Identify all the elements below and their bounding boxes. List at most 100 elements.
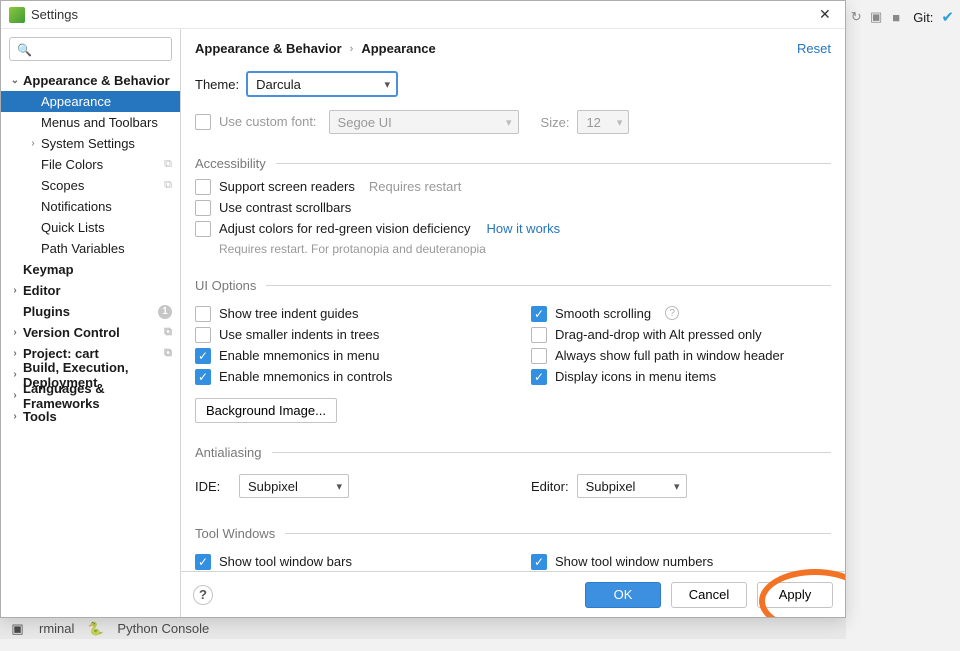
chevron-right-icon[interactable]: › <box>9 285 21 296</box>
settings-dialog: Settings 🔍 ⌄Appearance & BehaviorAppeara… <box>0 0 846 618</box>
color-deficiency-checkbox[interactable] <box>195 221 211 237</box>
tree-item-quick-lists[interactable]: Quick Lists <box>1 217 180 238</box>
color-deficiency-link[interactable]: How it works <box>486 221 560 236</box>
chevron-down-icon[interactable]: ⌄ <box>9 75 21 86</box>
font-name-value: Segoe UI <box>338 115 392 130</box>
show-tool-window-numbers-checkbox[interactable] <box>531 554 547 570</box>
search-input[interactable] <box>9 37 172 61</box>
close-icon[interactable] <box>819 6 837 24</box>
checkbox-label[interactable]: Smooth scrolling <box>555 306 651 322</box>
reset-link[interactable]: Reset <box>797 41 831 56</box>
tree-item-keymap[interactable]: Keymap <box>1 259 180 280</box>
tree-item-system-settings[interactable]: ›System Settings <box>1 133 180 154</box>
checkbox[interactable] <box>195 327 211 343</box>
main-toolbar-remnant: ↻ ▣ ■ Git: ✔ <box>849 8 954 26</box>
tree-item-editor[interactable]: ›Editor <box>1 280 180 301</box>
ok-button[interactable]: OK <box>585 582 661 608</box>
help-icon[interactable]: ? <box>665 306 679 320</box>
apply-button[interactable]: Apply <box>757 582 833 608</box>
checkbox-label[interactable]: Enable mnemonics in controls <box>219 369 392 385</box>
chevron-right-icon[interactable]: › <box>9 390 21 401</box>
tree-item-scopes[interactable]: Scopes ⧉ <box>1 175 180 196</box>
settings-tree[interactable]: ⌄Appearance & BehaviorAppearanceMenus an… <box>1 69 180 617</box>
chevron-right-icon[interactable]: › <box>9 348 21 359</box>
checkbox-label[interactable]: Display icons in menu items <box>555 369 716 385</box>
tree-item-file-colors[interactable]: File Colors ⧉ <box>1 154 180 175</box>
tree-item-tools[interactable]: ›Tools <box>1 406 180 427</box>
checkbox-label[interactable]: Drag-and-drop with Alt pressed only <box>555 327 762 343</box>
checkbox[interactable] <box>531 306 547 322</box>
font-name-combo: Segoe UI <box>329 110 519 134</box>
contrast-scrollbars-checkbox[interactable] <box>195 200 211 216</box>
project-scope-icon: ⧉ <box>164 179 172 192</box>
font-size-combo: 12 <box>577 110 629 134</box>
breadcrumb-root[interactable]: Appearance & Behavior <box>195 41 342 56</box>
contrast-scrollbars-label[interactable]: Use contrast scrollbars <box>219 200 351 216</box>
content-header: Appearance & Behavior › Appearance Reset <box>181 29 845 66</box>
checkbox-label[interactable]: Always show full path in window header <box>555 348 784 364</box>
help-button[interactable]: ? <box>193 585 213 605</box>
screen-readers-label[interactable]: Support screen readers <box>219 179 355 195</box>
checkbox-label[interactable]: Show tree indent guides <box>219 306 358 322</box>
use-custom-font-label[interactable]: Use custom font: <box>219 114 317 130</box>
theme-combo[interactable]: Darcula <box>247 72 397 96</box>
show-tool-window-bars-label[interactable]: Show tool window bars <box>219 554 352 570</box>
ui-option-row: Enable mnemonics in menu <box>195 348 495 364</box>
color-deficiency-label[interactable]: Adjust colors for red-green vision defic… <box>219 221 470 237</box>
terminal-tab[interactable]: rminal <box>39 621 74 636</box>
ide-aa-combo[interactable]: Subpixel <box>239 474 349 498</box>
tree-item-label: File Colors <box>41 157 160 172</box>
stop-icon[interactable]: ■ <box>889 10 903 24</box>
checkbox[interactable] <box>531 327 547 343</box>
use-custom-font-checkbox[interactable] <box>195 114 211 130</box>
breadcrumb: Appearance & Behavior › Appearance <box>195 41 797 56</box>
chevron-right-icon[interactable]: › <box>9 369 21 380</box>
section-accessibility: Accessibility Support screen readers Req… <box>195 156 831 256</box>
tree-item-appearance-behavior[interactable]: ⌄Appearance & Behavior <box>1 70 180 91</box>
build-icon[interactable]: ▣ <box>869 10 883 24</box>
editor-aa-combo[interactable]: Subpixel <box>577 474 687 498</box>
checkbox[interactable] <box>531 348 547 364</box>
font-size-value: 12 <box>586 115 600 130</box>
ui-option-row: Smooth scrolling? <box>531 306 831 322</box>
ui-option-row: Display icons in menu items <box>531 369 831 385</box>
cancel-button[interactable]: Cancel <box>671 582 747 608</box>
checkbox-label[interactable]: Use smaller indents in trees <box>219 327 379 343</box>
tree-item-menus-and-toolbars[interactable]: Menus and Toolbars <box>1 112 180 133</box>
chevron-right-icon[interactable]: › <box>9 327 21 338</box>
ui-options-title: UI Options <box>195 278 256 293</box>
git-commit-icon[interactable]: ✔ <box>941 8 954 26</box>
tree-item-languages-frameworks[interactable]: ›Languages & Frameworks <box>1 385 180 406</box>
show-tool-window-numbers-label[interactable]: Show tool window numbers <box>555 554 713 570</box>
show-tool-window-bars-checkbox[interactable] <box>195 554 211 570</box>
checkbox[interactable] <box>195 306 211 322</box>
background-image-button[interactable]: Background Image... <box>195 398 337 423</box>
tree-item-path-variables[interactable]: Path Variables <box>1 238 180 259</box>
tree-item-notifications[interactable]: Notifications <box>1 196 180 217</box>
tree-item-appearance[interactable]: Appearance <box>1 91 180 112</box>
tree-item-label: Editor <box>23 283 172 298</box>
chevron-right-icon[interactable]: › <box>27 138 39 149</box>
tree-item-version-control[interactable]: ›Version Control⧉ <box>1 322 180 343</box>
checkbox[interactable] <box>195 348 211 364</box>
project-scope-icon: ⧉ <box>164 158 172 171</box>
chevron-right-icon[interactable]: › <box>9 411 21 422</box>
checkbox-label[interactable]: Enable mnemonics in menu <box>219 348 379 364</box>
tree-item-label: Keymap <box>23 262 172 277</box>
checkbox[interactable] <box>531 369 547 385</box>
ide-aa-value: Subpixel <box>248 479 298 494</box>
theme-value: Darcula <box>256 77 301 92</box>
tree-item-label: Quick Lists <box>41 220 172 235</box>
accessibility-title: Accessibility <box>195 156 266 171</box>
project-scope-icon: ⧉ <box>164 347 172 360</box>
tree-item-plugins[interactable]: Plugins1 <box>1 301 180 322</box>
sync-icon[interactable]: ↻ <box>849 10 863 24</box>
ide-aa-label: IDE: <box>195 479 231 494</box>
checkbox[interactable] <box>195 369 211 385</box>
dialog-footer: ? OK Cancel Apply <box>181 571 845 617</box>
dialog-titlebar: Settings <box>1 1 845 29</box>
tree-item-label: Path Variables <box>41 241 172 256</box>
python-console-tab[interactable]: Python Console <box>117 621 209 636</box>
tree-item-label: Scopes <box>41 178 160 193</box>
screen-readers-checkbox[interactable] <box>195 179 211 195</box>
